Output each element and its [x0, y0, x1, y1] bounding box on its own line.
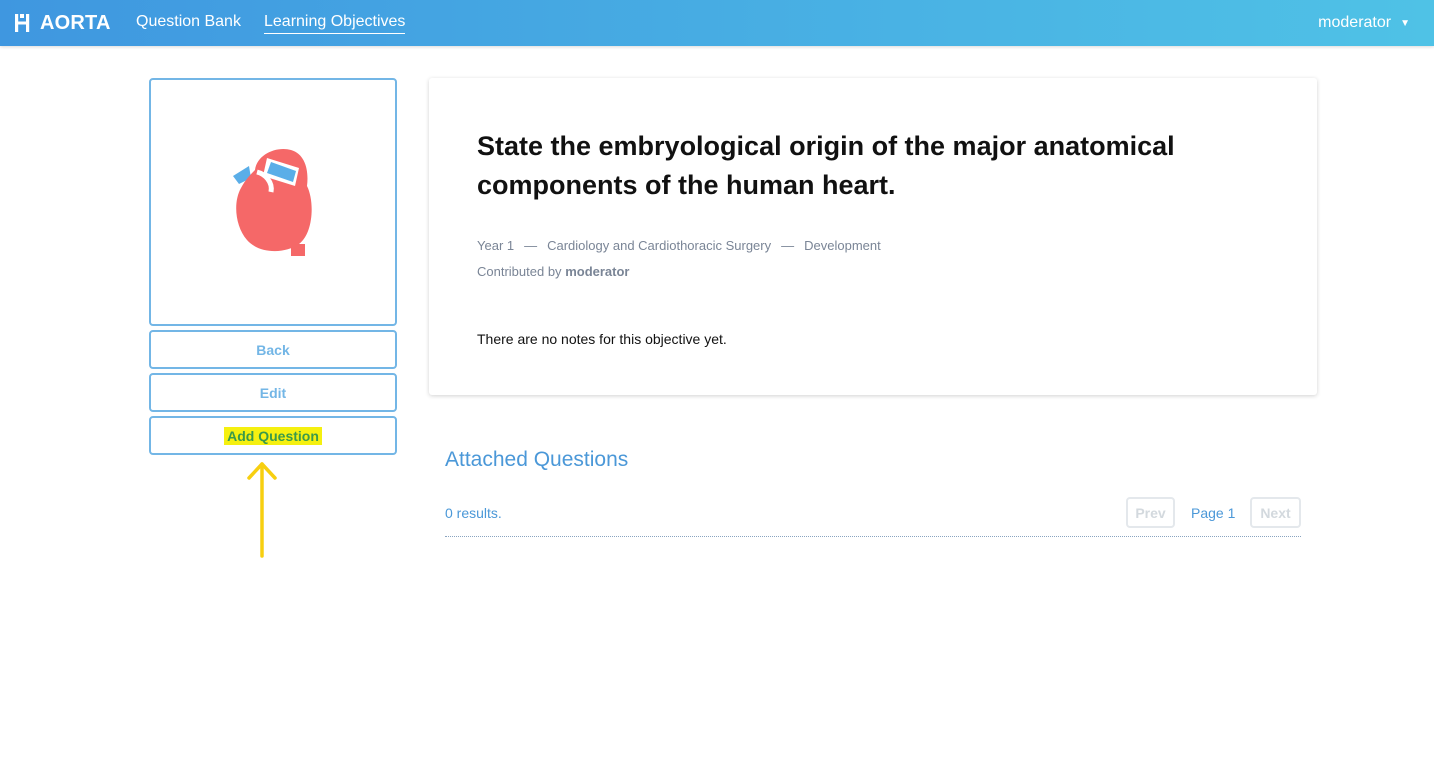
- heart-icon: [233, 148, 312, 256]
- objective-notes: There are no notes for this objective ye…: [477, 331, 727, 347]
- add-question-label: Add Question: [224, 426, 322, 445]
- meta-year: Year 1: [477, 238, 515, 253]
- objective-meta: Year 1 — Cardiology and Cardiothoracic Sur…: [477, 238, 881, 253]
- prev-page-button[interactable]: Prev: [1126, 497, 1175, 528]
- top-navbar: AORTA Question Bank Learning Objectives …: [0, 0, 1434, 46]
- results-divider: [445, 536, 1301, 537]
- nav-learning-objectives[interactable]: Learning Objectives: [264, 13, 406, 34]
- objective-card: State the embryological origin of the ma…: [429, 78, 1317, 395]
- contributor-name: moderator: [565, 264, 630, 279]
- brand-name: AORTA: [40, 11, 111, 34]
- aorta-logo-icon: [15, 14, 30, 32]
- page-indicator: Page 1: [1191, 505, 1236, 521]
- nav-question-bank[interactable]: Question Bank: [136, 13, 241, 33]
- next-page-button[interactable]: Next: [1250, 497, 1301, 528]
- brand[interactable]: AORTA: [14, 11, 111, 35]
- edit-button[interactable]: Edit: [149, 373, 397, 412]
- objective-image-card: [149, 78, 397, 326]
- caret-down-icon: ▼: [1400, 17, 1410, 29]
- meta-specialty: Cardiology and Cardiothoracic Surgery: [547, 238, 772, 253]
- attached-questions-heading: Attached Questions: [445, 448, 629, 471]
- user-menu[interactable]: moderator ▼: [1318, 14, 1410, 32]
- contributed-by: Contributed by moderator: [477, 264, 629, 279]
- results-count: 0 results.: [445, 505, 502, 521]
- meta-separator: —: [524, 238, 538, 253]
- add-question-button[interactable]: Add Question: [149, 416, 397, 455]
- up-arrow-icon: [247, 462, 277, 558]
- contributed-prefix: Contributed by: [477, 264, 562, 279]
- meta-topic: Development: [804, 238, 881, 253]
- user-name: moderator: [1318, 14, 1392, 31]
- objective-title: State the embryological origin of the ma…: [477, 131, 1175, 200]
- back-button[interactable]: Back: [149, 330, 397, 369]
- meta-separator: —: [781, 238, 795, 253]
